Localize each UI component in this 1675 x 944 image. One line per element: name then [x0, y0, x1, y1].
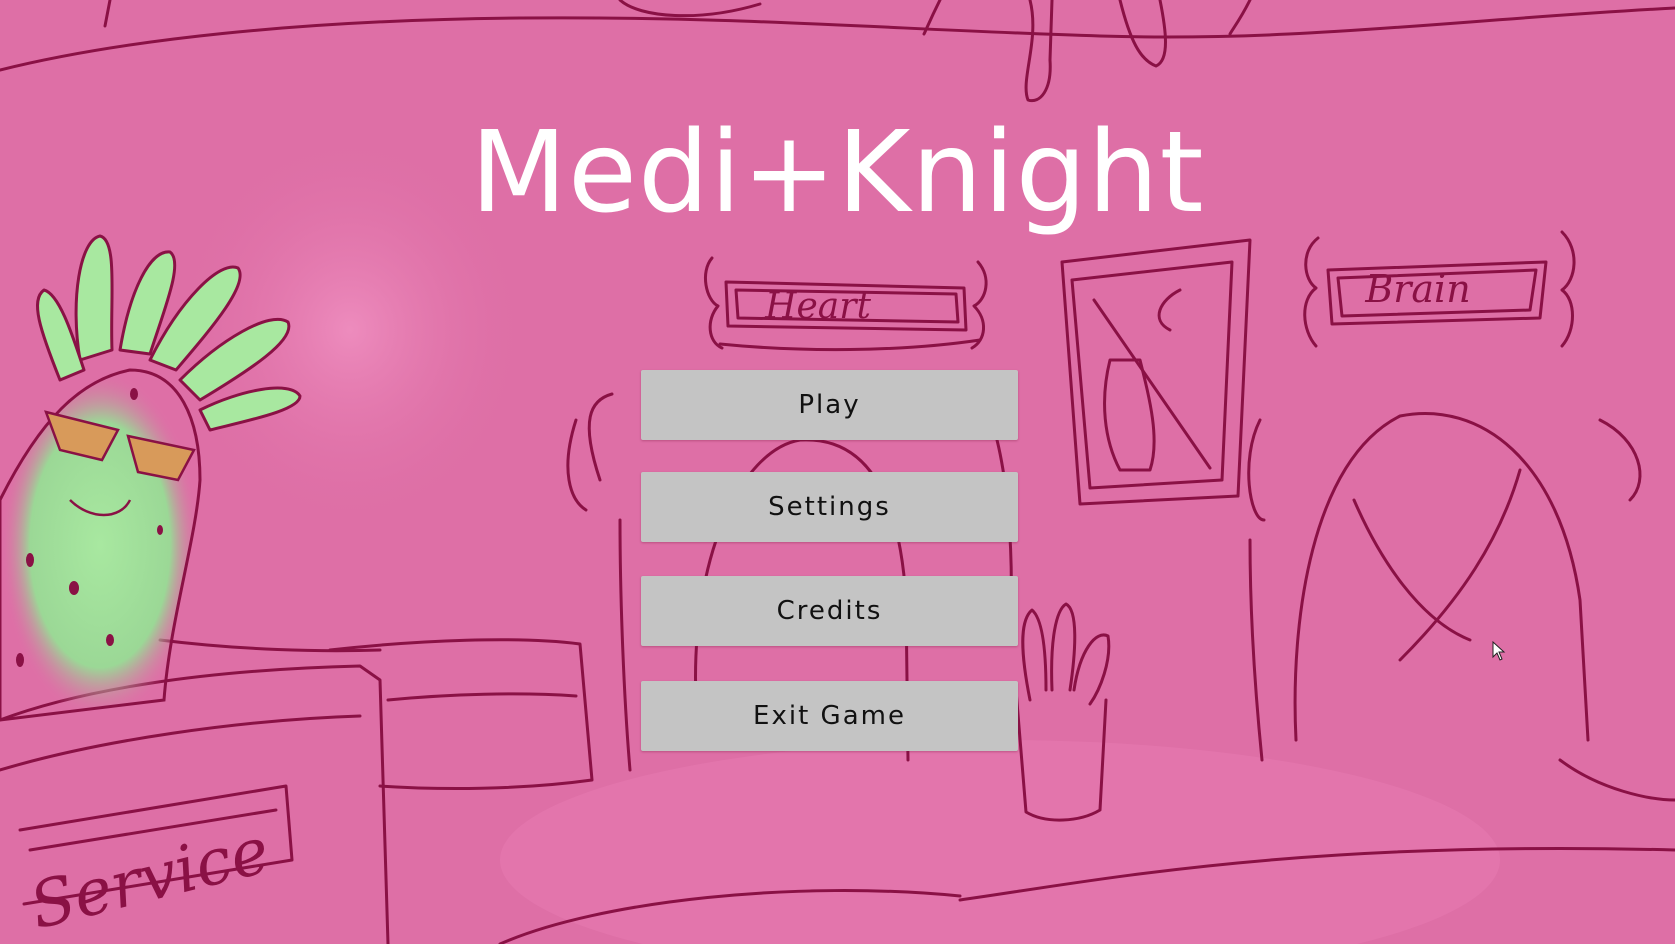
- mouse-cursor-icon: [1492, 641, 1506, 661]
- exit-game-button[interactable]: Exit Game: [641, 681, 1018, 751]
- heart-sign-text: Heart: [764, 286, 871, 327]
- play-button[interactable]: Play: [641, 370, 1018, 440]
- brain-sign-text: Brain: [1364, 267, 1470, 311]
- settings-button[interactable]: Settings: [641, 472, 1018, 542]
- credits-button[interactable]: Credits: [641, 576, 1018, 646]
- game-title: Medi+Knight: [470, 108, 1205, 238]
